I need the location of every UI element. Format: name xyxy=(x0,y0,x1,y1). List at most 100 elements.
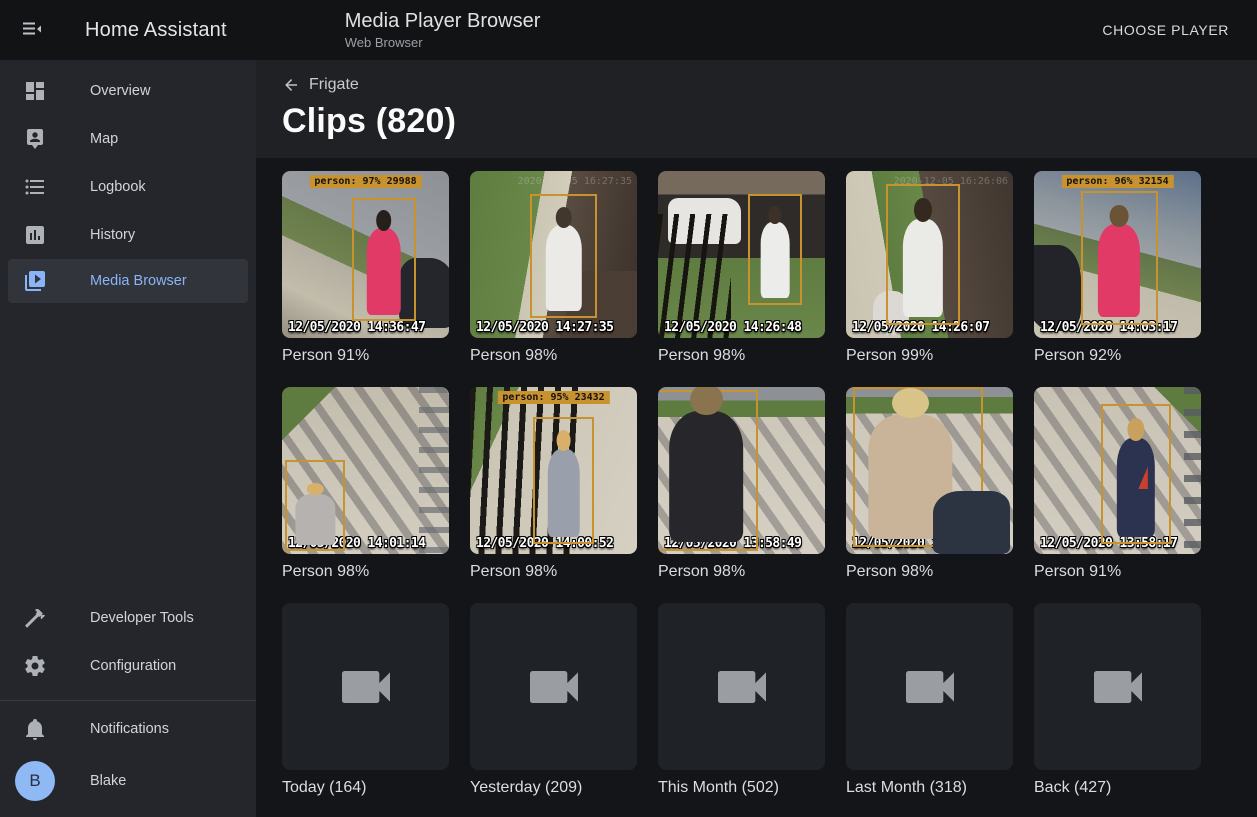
play-box-multiple-icon xyxy=(23,269,47,293)
clip-card[interactable]: 12/05/2020 14:26:48 Person 98% xyxy=(658,171,825,365)
person-figure xyxy=(367,228,401,314)
clip-thumbnail: 12/05/2020 13:58:30 xyxy=(846,387,1013,554)
menu-open-icon xyxy=(20,18,44,42)
clip-caption: Person 98% xyxy=(846,563,1013,581)
folder-thumbnail xyxy=(658,603,825,770)
folder-card-back[interactable]: Back (427) xyxy=(1034,603,1201,797)
sidebar-item-label: Configuration xyxy=(90,658,176,674)
sidebar-item-developer-tools[interactable]: Developer Tools xyxy=(0,594,256,642)
clip-card[interactable]: 12/05/2020 13:58:49 Person 98% xyxy=(658,387,825,581)
clip-caption: Person 98% xyxy=(282,563,449,581)
sidebar-item-label: History xyxy=(90,227,135,243)
clip-card[interactable]: 2020-12-05 16:26:06 12/05/2020 14:26:07 … xyxy=(846,171,1013,365)
sidebar-spacer xyxy=(0,303,256,594)
detection-bounding-box xyxy=(352,198,415,322)
clip-card[interactable]: 2020-12-05 16:27:35 12/05/2020 14:27:35 … xyxy=(470,171,637,365)
detection-bounding-box xyxy=(1101,404,1171,544)
clip-caption: Person 91% xyxy=(1034,563,1201,581)
folder-label: Yesterday (209) xyxy=(470,779,637,797)
breadcrumb-back[interactable]: Frigate xyxy=(282,76,359,94)
sidebar-item-label: Notifications xyxy=(90,721,169,737)
detection-bounding-box xyxy=(886,184,959,324)
folder-card-yesterday[interactable]: Yesterday (209) xyxy=(470,603,637,797)
sidebar-item-notifications[interactable]: Notifications xyxy=(0,705,256,753)
folder-card-this-month[interactable]: This Month (502) xyxy=(658,603,825,797)
clip-thumbnail: person: 96% 32154 12/05/2020 14:03:17 xyxy=(1034,171,1201,338)
folder-card-today[interactable]: Today (164) xyxy=(282,603,449,797)
video-camera-icon xyxy=(710,655,774,719)
person-figure xyxy=(1117,438,1155,536)
clip-caption: Person 98% xyxy=(658,563,825,581)
stroller-shape xyxy=(1034,245,1081,332)
sidebar-item-user[interactable]: B Blake xyxy=(0,753,256,809)
user-name: Blake xyxy=(90,773,126,789)
clip-card[interactable]: 12/05/2020 14:01:14 Person 98% xyxy=(282,387,449,581)
person-figure xyxy=(670,411,744,542)
folder-label: This Month (502) xyxy=(658,779,825,797)
detection-label: person: 96% 32154 xyxy=(1061,175,1173,188)
clip-thumbnail: 12/05/2020 13:58:49 xyxy=(658,387,825,554)
avatar: B xyxy=(15,761,55,801)
sidebar-item-media-browser[interactable]: Media Browser xyxy=(8,259,248,303)
detection-label: person: 95% 23432 xyxy=(497,391,609,404)
folder-card-last-month[interactable]: Last Month (318) xyxy=(846,603,1013,797)
sidebar-item-label: Developer Tools xyxy=(90,610,194,626)
railing-shape xyxy=(419,387,449,554)
clip-grid-area: person: 97% 29988 12/05/2020 14:36:47 Pe… xyxy=(256,158,1257,817)
person-figure xyxy=(761,222,790,298)
railing-shape xyxy=(1184,387,1201,554)
detection-bounding-box xyxy=(285,460,345,550)
choose-player-button[interactable]: CHOOSE PLAYER xyxy=(1096,14,1235,46)
clip-card[interactable]: 12/05/2020 13:58:30 Person 98% xyxy=(846,387,1013,581)
person-figure xyxy=(903,219,943,317)
folder-label: Today (164) xyxy=(282,779,449,797)
clip-grid: person: 97% 29988 12/05/2020 14:36:47 Pe… xyxy=(282,171,1231,797)
folder-thumbnail xyxy=(1034,603,1201,770)
clip-thumbnail: person: 95% 23432 12/05/2020 14:00:52 xyxy=(470,387,637,554)
detection-bounding-box xyxy=(533,417,593,544)
sidebar-item-label: Map xyxy=(90,131,118,147)
camera-timestamp: 2020-12-05 16:27:35 xyxy=(518,176,632,187)
clip-thumbnail: 12/05/2020 14:01:14 xyxy=(282,387,449,554)
content-header: Frigate Clips (820) xyxy=(256,60,1257,158)
sidebar-toggle-button[interactable] xyxy=(10,8,54,52)
clip-caption: Person 98% xyxy=(658,347,825,365)
clip-thumbnail: 12/05/2020 13:58:17 xyxy=(1034,387,1201,554)
clip-card[interactable]: person: 97% 29988 12/05/2020 14:36:47 Pe… xyxy=(282,171,449,365)
clip-card[interactable]: 12/05/2020 13:58:17 Person 91% xyxy=(1034,387,1201,581)
clip-caption: Person 91% xyxy=(282,347,449,365)
sidebar: Overview Map Logbook History Media Brows… xyxy=(0,60,256,817)
clip-caption: Person 98% xyxy=(470,563,637,581)
video-camera-icon xyxy=(334,655,398,719)
sidebar-divider xyxy=(0,700,256,701)
sidebar-item-history[interactable]: History xyxy=(0,211,256,259)
page-title-block: Media Player Browser Web Browser xyxy=(345,10,541,50)
hammer-icon xyxy=(23,606,47,630)
clip-thumbnail: 12/05/2020 14:26:48 xyxy=(658,171,825,338)
page-title: Media Player Browser xyxy=(345,10,541,33)
clip-timestamp: 12/05/2020 14:27:35 xyxy=(476,320,613,335)
person-figure xyxy=(296,494,335,546)
detection-bounding-box xyxy=(530,194,597,318)
detection-bounding-box xyxy=(1081,191,1158,325)
sidebar-item-label: Logbook xyxy=(90,179,146,195)
detection-bounding-box xyxy=(748,194,801,304)
clip-timestamp: 12/05/2020 14:26:48 xyxy=(664,320,801,335)
clip-card[interactable]: person: 95% 23432 12/05/2020 14:00:52 Pe… xyxy=(470,387,637,581)
sidebar-nav: Overview Map Logbook History Media Brows… xyxy=(0,60,256,303)
sidebar-item-configuration[interactable]: Configuration xyxy=(0,642,256,690)
gear-icon xyxy=(23,654,47,678)
clip-caption: Person 99% xyxy=(846,347,1013,365)
clip-card[interactable]: person: 96% 32154 12/05/2020 14:03:17 Pe… xyxy=(1034,171,1201,365)
folder-thumbnail xyxy=(282,603,449,770)
bell-icon xyxy=(23,717,47,741)
folder-label: Last Month (318) xyxy=(846,779,1013,797)
sidebar-item-logbook[interactable]: Logbook xyxy=(0,163,256,211)
sidebar-item-overview[interactable]: Overview xyxy=(0,67,256,115)
breadcrumb-label: Frigate xyxy=(309,76,359,94)
app-bar: Home Assistant Media Player Browser Web … xyxy=(0,0,1257,60)
clip-thumbnail: 2020-12-05 16:26:06 12/05/2020 14:26:07 xyxy=(846,171,1013,338)
sidebar-item-map[interactable]: Map xyxy=(0,115,256,163)
page-heading: Clips (820) xyxy=(282,102,1231,141)
clip-timestamp: 12/05/2020 14:36:47 xyxy=(288,320,425,335)
